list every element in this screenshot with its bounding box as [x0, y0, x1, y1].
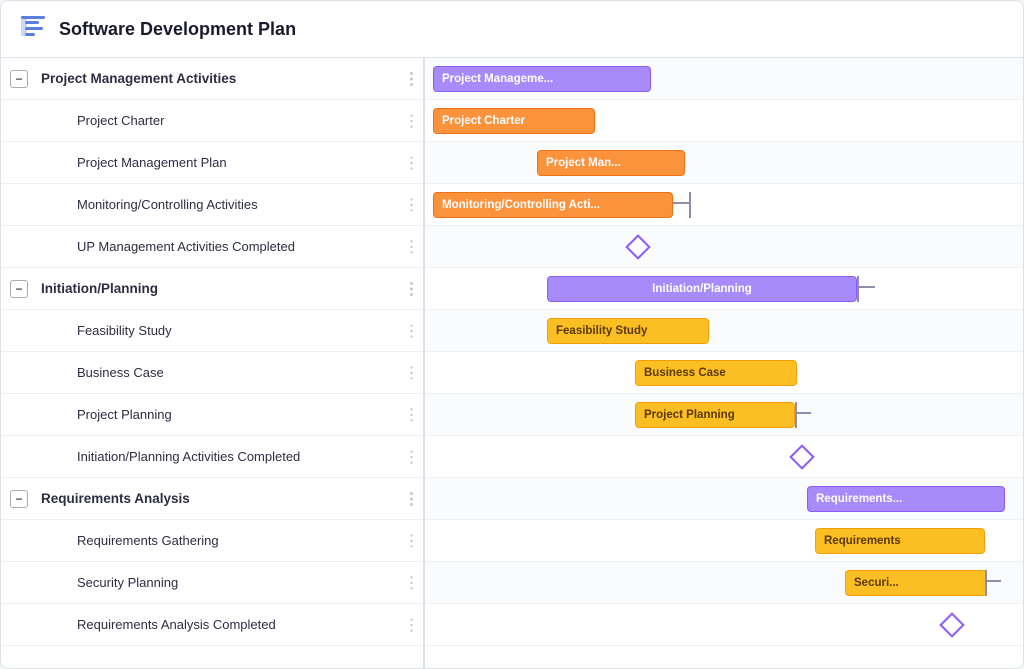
bracket-monitoring-v [689, 192, 691, 218]
task-row-monitoring: Monitoring/Controlling Activities ⋮ [1, 184, 423, 226]
task-row-charter: Project Charter ⋮ [1, 100, 423, 142]
indent-ra: − [1, 490, 37, 508]
collapse-ip[interactable]: − [10, 280, 28, 298]
diamond-ip [789, 444, 814, 469]
task-row-security-planning: Security Planning ⋮ [1, 562, 423, 604]
menu-dots-g3[interactable]: ⋮ [399, 489, 423, 509]
bar-business-case[interactable]: Business Case [635, 360, 797, 386]
bar-mgmt-plan[interactable]: Project Man... [537, 150, 685, 176]
bar-ra-group[interactable]: Requirements... [807, 486, 1005, 512]
task-label-feasibility: Feasibility Study [73, 323, 399, 338]
task-label-up-mgmt: UP Management Activities Completed [73, 239, 399, 254]
app-container: Software Development Plan − Project Mana… [0, 0, 1024, 669]
menu-dots-req-gathering[interactable]: ⋮ [399, 531, 423, 551]
bar-req-gathering[interactable]: Requirements [815, 528, 985, 554]
chart-row-pm-group: Project Manageme... [425, 58, 1023, 100]
group-row-pm: − Project Management Activities ⋮ [1, 58, 423, 100]
diamond-ra [939, 612, 964, 637]
bar-pm-group[interactable]: Project Manageme... [433, 66, 651, 92]
menu-dots-business-case[interactable]: ⋮ [399, 363, 423, 383]
collapse-ra[interactable]: − [10, 490, 28, 508]
bracket-pp-h [795, 412, 811, 414]
bar-feasibility[interactable]: Feasibility Study [547, 318, 709, 344]
bar-charter[interactable]: Project Charter [433, 108, 595, 134]
bar-security-planning[interactable]: Securi... [845, 570, 987, 596]
group-label-ip: Initiation/Planning [37, 281, 399, 296]
header: Software Development Plan [1, 1, 1023, 58]
menu-dots-mgmt-plan[interactable]: ⋮ [399, 153, 423, 173]
menu-dots-ra-completed[interactable]: ⋮ [399, 615, 423, 635]
menu-dots-up-mgmt[interactable]: ⋮ [399, 237, 423, 257]
chart-row-ra-completed [425, 604, 1023, 646]
group-row-ra: − Requirements Analysis ⋮ [1, 478, 423, 520]
bar-monitoring[interactable]: Monitoring/Controlling Acti... [433, 192, 673, 218]
task-row-business-case: Business Case ⋮ [1, 352, 423, 394]
menu-dots-feasibility[interactable]: ⋮ [399, 321, 423, 341]
task-row-ip-completed: Initiation/Planning Activities Completed… [1, 436, 423, 478]
diamond-pm [625, 234, 650, 259]
chart-row-project-planning: Project Planning [425, 394, 1023, 436]
bracket-sp-h [985, 580, 1001, 582]
menu-dots-security-planning[interactable]: ⋮ [399, 573, 423, 593]
chart-inner: Project Manageme... Project Charter Proj… [425, 58, 1023, 646]
chart-row-req-gathering: Requirements [425, 520, 1023, 562]
bar-ip-group[interactable]: Initiation/Planning [547, 276, 857, 302]
menu-dots-charter[interactable]: ⋮ [399, 111, 423, 131]
task-row-ra-completed: Requirements Analysis Completed ⋮ [1, 604, 423, 646]
task-label-security-planning: Security Planning [73, 575, 399, 590]
task-row-project-planning: Project Planning ⋮ [1, 394, 423, 436]
task-label-mgmt-plan: Project Management Plan [73, 155, 399, 170]
menu-dots-ip-completed[interactable]: ⋮ [399, 447, 423, 467]
chart-row-business-case: Business Case [425, 352, 1023, 394]
task-label-business-case: Business Case [73, 365, 399, 380]
task-row-feasibility: Feasibility Study ⋮ [1, 310, 423, 352]
task-label-monitoring: Monitoring/Controlling Activities [73, 197, 399, 212]
chart-row-feasibility: Feasibility Study [425, 310, 1023, 352]
menu-dots-g2[interactable]: ⋮ [399, 279, 423, 299]
gantt-icon [19, 13, 47, 45]
bar-project-planning[interactable]: Project Planning [635, 402, 795, 428]
chart-row-ip-group: Initiation/Planning [425, 268, 1023, 310]
chart-area: Project Manageme... Project Charter Proj… [425, 58, 1023, 668]
indent-pm: − [1, 70, 37, 88]
task-row-up-mgmt: UP Management Activities Completed ⋮ [1, 226, 423, 268]
task-row-mgmt-plan: Project Management Plan ⋮ [1, 142, 423, 184]
group-label-ra: Requirements Analysis [37, 491, 399, 506]
bracket-ip-h [857, 286, 875, 288]
menu-dots-g1[interactable]: ⋮ [399, 69, 423, 89]
page-title: Software Development Plan [59, 19, 296, 40]
collapse-pm[interactable]: − [10, 70, 28, 88]
bracket-sp-v [985, 570, 987, 596]
indent-ip: − [1, 280, 37, 298]
task-label-project-planning: Project Planning [73, 407, 399, 422]
task-row-req-gathering: Requirements Gathering ⋮ [1, 520, 423, 562]
group-row-ip: − Initiation/Planning ⋮ [1, 268, 423, 310]
chart-row-mgmt-plan: Project Man... [425, 142, 1023, 184]
task-label-req-gathering: Requirements Gathering [73, 533, 399, 548]
task-label-ip-completed: Initiation/Planning Activities Completed [73, 449, 399, 464]
task-label-ra-completed: Requirements Analysis Completed [73, 617, 399, 632]
bracket-pp-v [795, 402, 797, 428]
chart-row-charter: Project Charter [425, 100, 1023, 142]
gantt-body: − Project Management Activities ⋮ Projec… [1, 58, 1023, 668]
chart-row-ra-group: Requirements... [425, 478, 1023, 520]
menu-dots-monitoring[interactable]: ⋮ [399, 195, 423, 215]
menu-dots-project-planning[interactable]: ⋮ [399, 405, 423, 425]
chart-row-up-mgmt [425, 226, 1023, 268]
bracket-ip-v [857, 276, 859, 302]
chart-row-monitoring: Monitoring/Controlling Acti... [425, 184, 1023, 226]
task-list: − Project Management Activities ⋮ Projec… [1, 58, 425, 668]
task-label-charter: Project Charter [73, 113, 399, 128]
chart-row-security-planning: Securi... [425, 562, 1023, 604]
chart-row-ip-completed [425, 436, 1023, 478]
group-label-pm: Project Management Activities [37, 71, 399, 86]
